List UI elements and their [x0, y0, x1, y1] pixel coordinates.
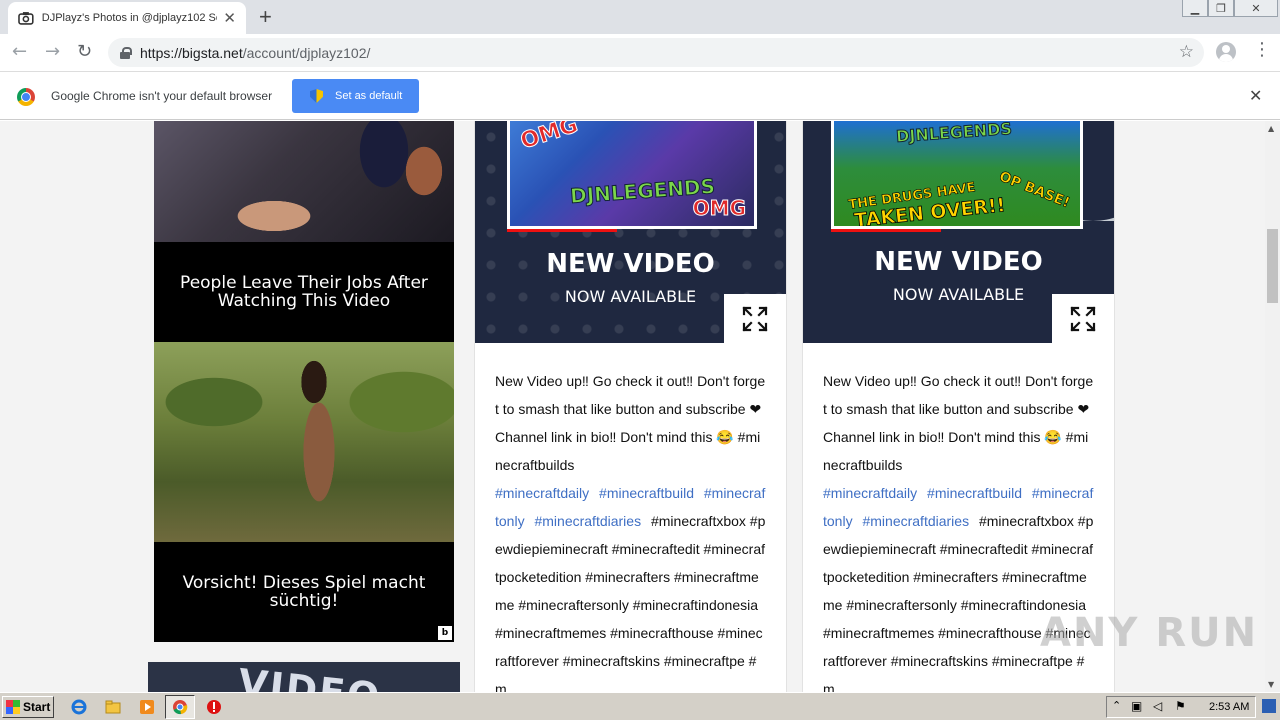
default-browser-infobar: Google Chrome isn't your default browser…	[0, 71, 1280, 120]
ad-badge-icon: b	[438, 626, 452, 640]
scroll-down-icon[interactable]: ▼	[1268, 680, 1274, 689]
expand-button-1[interactable]	[724, 294, 786, 343]
bookmark-star-icon[interactable]: ☆	[1179, 42, 1194, 62]
thumb-opbase-text: OP BASE!	[997, 168, 1073, 212]
address-bar[interactable]: https://bigsta.net/account/djplayz102/ ☆	[108, 38, 1204, 67]
folder-icon[interactable]	[105, 699, 121, 715]
ad-bottom-text: VIDEO	[236, 662, 384, 692]
expand-icon	[1070, 305, 1096, 332]
chrome-logo-icon	[17, 88, 35, 106]
hashtag-link[interactable]: #minecraftdiaries	[534, 513, 641, 529]
hashtag-link[interactable]: #minecraftbuild	[599, 485, 694, 501]
new-video-title-2: NEW VIDEO	[874, 247, 1043, 277]
watermark: ANY RUN	[1040, 610, 1259, 656]
media-player-icon[interactable]	[139, 699, 155, 715]
camera-icon	[18, 12, 34, 25]
infobar-text: Google Chrome isn't your default browser	[51, 89, 273, 103]
ad-caption-1[interactable]: People Leave Their Jobs After Watching T…	[154, 242, 454, 342]
close-window-button[interactable]: ✕	[1234, 0, 1278, 17]
stop-icon[interactable]	[206, 699, 222, 715]
flag-icon[interactable]: ⚑	[1175, 699, 1186, 713]
new-video-title-1: NEW VIDEO	[546, 249, 715, 279]
taskbar: Start ⌃ ▣ ◁ ⚑ 2:53 AM	[0, 692, 1280, 720]
hashtag-link[interactable]: #minecraftdaily	[823, 485, 917, 501]
shield-icon	[310, 89, 323, 103]
ad-bottom-banner[interactable]: VIDEO	[148, 662, 460, 692]
video-thumbnail-1: OMG DJNLEGENDS OMG	[507, 121, 757, 229]
video-thumbnail-2: DJNLEGENDS THE DRUGS HAVE TAKEN OVER!! O…	[831, 121, 1083, 229]
expand-button-2[interactable]	[1052, 294, 1114, 343]
profile-avatar-icon[interactable]	[1216, 42, 1236, 62]
start-label: Start	[23, 700, 51, 714]
ie-icon[interactable]	[71, 699, 87, 715]
ad-image-1[interactable]	[154, 121, 454, 242]
browser-toolbar: ← → ↻ https://bigsta.net/account/djplayz…	[0, 34, 1280, 71]
post-image-1[interactable]: OMG DJNLEGENDS OMG NEW VIDEO NOW AVAILAB…	[475, 121, 786, 343]
menu-icon[interactable]: ⋮	[1253, 41, 1271, 59]
infobar-close-icon[interactable]: ✕	[1249, 86, 1262, 105]
volume-icon[interactable]: ◁	[1153, 699, 1162, 713]
reload-button[interactable]: ↻	[77, 42, 92, 62]
tab-strip: DJPlayz's Photos in @djplayz102 Soc ✕ + …	[0, 0, 1280, 34]
lock-icon	[120, 46, 132, 59]
post-caption-1: New Video up‼ Go check it out‼ Don't for…	[475, 343, 786, 692]
ad-caption-2-box[interactable]: Vorsicht! Dieses Spiel macht süchtig! b	[154, 542, 454, 642]
caption-trailing-1: #minecraftxbox #pewdiepieminecraft #mine…	[495, 513, 766, 692]
window-controls: ▁ ❐ ✕	[1182, 0, 1278, 17]
thumb-omg-top: OMG	[517, 121, 582, 155]
hashtag-link[interactable]: #minecraftbuild	[927, 485, 1022, 501]
ad-image-2[interactable]	[154, 342, 454, 542]
minimize-button[interactable]: ▁	[1182, 0, 1208, 17]
thumb-title-2: DJNLEGENDS	[895, 121, 1013, 147]
progress-bar	[831, 229, 941, 232]
thumb-omg: OMG	[692, 196, 746, 221]
new-tab-button[interactable]: +	[259, 6, 272, 28]
tray-expand-icon[interactable]: ⌃	[1112, 699, 1121, 712]
forward-button[interactable]: →	[45, 42, 60, 62]
scroll-thumb[interactable]	[1267, 229, 1278, 303]
url-domain: https://bigsta.net	[140, 44, 243, 61]
tab-close-icon[interactable]: ✕	[223, 9, 236, 27]
caption-text-1: New Video up‼ Go check it out‼ Don't for…	[495, 373, 766, 473]
windows-logo-icon	[6, 700, 20, 714]
show-desktop-icon[interactable]	[1262, 699, 1276, 713]
back-button[interactable]: ←	[12, 42, 27, 62]
clock: 2:53 AM	[1209, 701, 1250, 713]
hashtag-link[interactable]: #minecraftdaily	[495, 485, 589, 501]
vertical-scrollbar[interactable]: ▲ ▼	[1265, 121, 1280, 692]
hashtag-link[interactable]: #minecraftdiaries	[862, 513, 969, 529]
post-card-1: OMG DJNLEGENDS OMG NEW VIDEO NOW AVAILAB…	[474, 121, 787, 692]
post-image-2[interactable]: DJNLEGENDS THE DRUGS HAVE TAKEN OVER!! O…	[803, 121, 1114, 343]
browser-tab[interactable]: DJPlayz's Photos in @djplayz102 Soc ✕	[8, 2, 246, 34]
tab-title: DJPlayz's Photos in @djplayz102 Soc	[41, 12, 218, 24]
ad-caption-2: Vorsicht! Dieses Spiel macht süchtig!	[182, 573, 426, 611]
post-card-2: DJNLEGENDS THE DRUGS HAVE TAKEN OVER!! O…	[802, 121, 1115, 692]
network-icon[interactable]: ▣	[1131, 699, 1142, 713]
url-path: /account/djplayz102/	[242, 44, 371, 61]
page-viewport: People Leave Their Jobs After Watching T…	[0, 121, 1265, 692]
ad-column: People Leave Their Jobs After Watching T…	[154, 121, 454, 642]
progress-bar	[507, 229, 617, 232]
scroll-up-icon[interactable]: ▲	[1268, 124, 1274, 133]
expand-icon	[742, 305, 768, 332]
set-as-default-label: Set as default	[335, 90, 403, 102]
set-as-default-button[interactable]: Set as default	[292, 79, 419, 113]
start-button[interactable]: Start	[2, 696, 54, 718]
caption-trailing-2: #minecraftxbox #pewdiepieminecraft #mine…	[823, 513, 1094, 692]
chrome-icon	[173, 700, 188, 715]
restore-button[interactable]: ❐	[1208, 0, 1234, 17]
caption-text-2: New Video up‼ Go check it out‼ Don't for…	[823, 373, 1094, 473]
url-text: https://bigsta.net/account/djplayz102/	[140, 45, 370, 61]
